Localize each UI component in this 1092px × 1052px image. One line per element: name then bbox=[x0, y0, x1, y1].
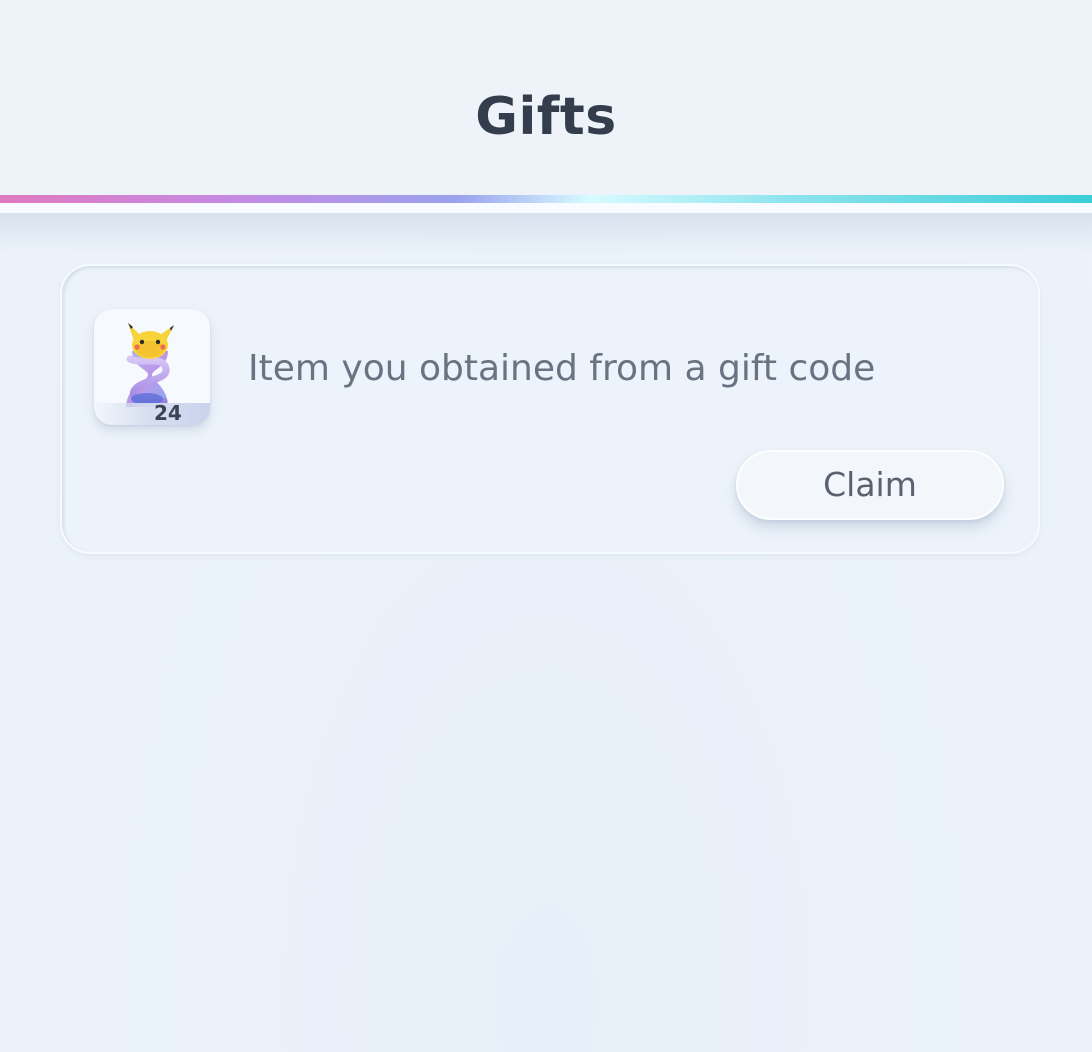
claim-button-label: Claim bbox=[823, 465, 917, 504]
header-accent-line bbox=[0, 195, 1092, 203]
header-shadow bbox=[0, 213, 1092, 253]
claim-button[interactable]: Claim bbox=[736, 450, 1004, 520]
page-title: Gifts bbox=[475, 87, 617, 147]
header-bar: Gifts bbox=[0, 0, 1092, 196]
item-quantity: 24 bbox=[154, 401, 182, 425]
quantity-strip bbox=[94, 403, 210, 425]
gift-item-thumbnail: 24 bbox=[94, 309, 210, 425]
header-divider bbox=[0, 203, 1092, 213]
gift-card: 24 Item you obtained from a gift code Cl… bbox=[60, 264, 1040, 554]
gift-description: Item you obtained from a gift code bbox=[248, 348, 876, 389]
